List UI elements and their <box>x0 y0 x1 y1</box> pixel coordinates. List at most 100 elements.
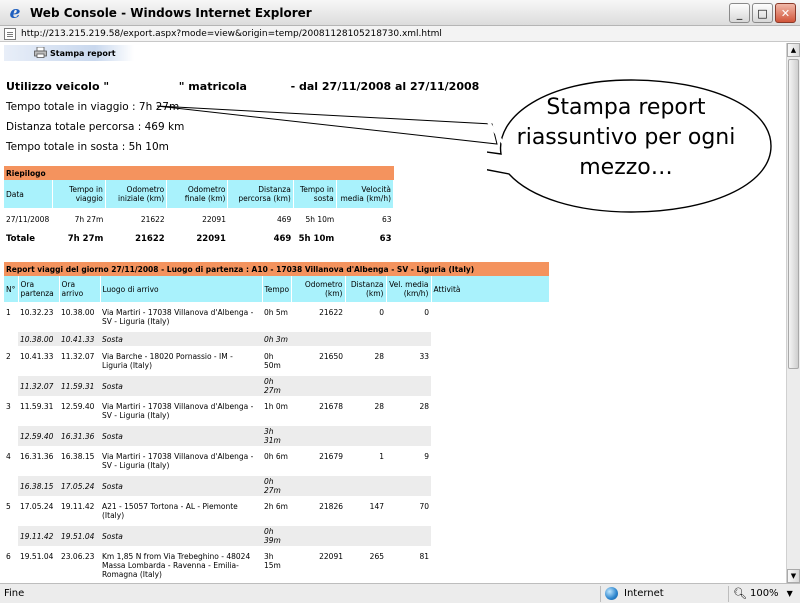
table-cell <box>431 496 549 526</box>
table-cell <box>4 526 18 546</box>
table-cell <box>431 332 550 346</box>
table-cell: 11.32.07 <box>61 352 95 361</box>
table-cell: 21826 <box>319 502 343 511</box>
table-cell: 0 <box>424 308 429 317</box>
table-cell: 33 <box>419 352 429 361</box>
printer-icon <box>34 47 47 58</box>
table-cell: 21679 <box>319 452 343 461</box>
table-cell: 5h 10m <box>298 234 335 244</box>
title-vehicle-label: Utilizzo veicolo " <box>6 80 110 93</box>
table-cell: Km 1,85 N from Via Trebeghino - 48024 Ma… <box>102 552 251 579</box>
table-cell: 11.59.31 <box>59 376 100 396</box>
table-cell <box>4 376 18 396</box>
security-zone[interactable]: Internet <box>600 585 728 602</box>
column-header: Odometro iniziale (km) <box>105 180 168 208</box>
table-cell: 23.06.23 <box>61 552 95 561</box>
table-cell: 17.05.24 <box>59 476 100 496</box>
table-cell <box>345 376 386 396</box>
table-cell: 7h 27m <box>67 234 104 244</box>
callout-line: riassuntivo per ogni <box>516 125 736 150</box>
address-url[interactable]: http://213.215.219.58/export.aspx?mode=v… <box>21 29 442 39</box>
maximize-button[interactable]: □ <box>752 3 773 23</box>
status-text: Fine <box>4 588 25 599</box>
vertical-scrollbar[interactable]: ▲ ▼ <box>786 43 800 583</box>
table-cell: 10.41.33 <box>20 352 54 361</box>
scrollbar-thumb[interactable] <box>788 59 799 369</box>
table-cell: 19.51.04 <box>20 552 54 561</box>
callout-line: mezzo… <box>579 155 673 180</box>
table-row: 1 10.32.23 10.38.00 Via Martiri - 17038 Vil… <box>4 302 549 332</box>
close-button[interactable]: ✕ <box>775 3 796 23</box>
table-cell: 1h 0m <box>264 402 288 411</box>
table-row: 3 11.59.31 12.59.40 Via Martiri - 17038 Vil… <box>4 396 549 426</box>
chevron-down-icon: ▼ <box>786 589 793 598</box>
table-cell: 265 <box>369 552 384 561</box>
table-cell: 19.51.04 <box>59 526 100 546</box>
zoom-level: 100% <box>749 588 779 599</box>
table-cell: Sosta <box>100 526 262 546</box>
report-title: Utilizzo veicolo " " matricola - dal 27/… <box>6 80 479 93</box>
table-cell: Via Martiri - 17038 Villanova d'Albenga … <box>102 308 254 326</box>
table-cell: 12.59.40 <box>61 402 95 411</box>
address-bar[interactable]: http://213.215.219.58/export.aspx?mode=v… <box>0 26 800 42</box>
scroll-down-arrow-icon[interactable]: ▼ <box>787 569 800 583</box>
table-cell: 6 <box>6 552 11 561</box>
print-report-button[interactable]: Stampa report <box>4 45 134 61</box>
table-cell: 22091 <box>202 214 226 224</box>
table-cell: Totale <box>6 234 35 244</box>
table-cell: 28 <box>419 402 429 411</box>
table-cell <box>4 332 18 346</box>
internet-explorer-icon: e <box>9 2 21 23</box>
column-header: Tempo in sosta <box>293 180 337 208</box>
title-date-range: - dal 27/11/2008 al 27/11/2008 <box>290 80 480 93</box>
table-cell: 147 <box>369 502 384 511</box>
table-cell <box>4 476 18 496</box>
trip-rows: 1 10.32.23 10.38.00 Via Martiri - 17038 Vil… <box>4 302 550 583</box>
stop-row: 19.11.42 19.51.04 Sosta 0h 39m <box>4 526 550 546</box>
table-cell: 22091 <box>196 234 226 244</box>
column-header: Tempo <box>262 276 292 302</box>
table-cell <box>291 426 345 446</box>
window-controls: _ □ ✕ <box>729 3 796 23</box>
column-header: Velocità media (km/h) <box>336 180 395 208</box>
table-cell: 27/11/2008 <box>6 214 50 224</box>
table-cell <box>431 302 549 332</box>
table-cell: 70 <box>419 502 429 511</box>
table-cell: 2 <box>6 352 11 361</box>
minimize-button[interactable]: _ <box>729 3 750 23</box>
column-header: Luogo di arrivo <box>100 276 263 302</box>
table-cell <box>431 446 549 476</box>
table-cell <box>431 426 550 446</box>
page-icon <box>4 27 16 40</box>
summary-column-headers: Data Tempo in viaggio Odometro iniziale … <box>4 180 395 208</box>
zone-label: Internet <box>624 588 664 599</box>
print-report-label: Stampa report <box>50 48 116 58</box>
table-cell: 9 <box>424 452 429 461</box>
table-cell: Sosta <box>100 476 262 496</box>
table-cell <box>291 332 345 346</box>
column-header: Attività <box>431 276 550 302</box>
table-cell: 21678 <box>319 402 343 411</box>
zoom-control[interactable]: 🔍︎ 100% ▼ <box>728 585 800 602</box>
table-cell <box>386 376 431 396</box>
column-header: Odometro finale (km) <box>166 180 229 208</box>
globe-icon <box>605 587 618 600</box>
table-cell: 16.31.36 <box>59 426 100 446</box>
table-cell: 21622 <box>319 308 343 317</box>
table-cell <box>291 476 345 496</box>
table-cell <box>345 332 386 346</box>
table-cell <box>431 476 550 496</box>
table-cell: 0h 6m <box>264 452 288 461</box>
table-cell: 11.32.07 <box>18 376 59 396</box>
scroll-up-arrow-icon[interactable]: ▲ <box>787 43 800 57</box>
table-cell: 12.59.40 <box>18 426 59 446</box>
table-cell: 10.38.00 <box>61 308 95 317</box>
table-cell: 469 <box>277 214 292 224</box>
table-cell: A21 - 15057 Tortona - AL - Piemonte (Ita… <box>102 502 238 520</box>
table-cell: 0 <box>379 308 384 317</box>
column-header: Data <box>4 180 53 208</box>
table-cell: 0h 27m <box>262 476 291 496</box>
summary-title: Riepilogo <box>6 168 46 178</box>
table-cell: Sosta <box>100 376 262 396</box>
table-cell: 22091 <box>319 552 343 561</box>
